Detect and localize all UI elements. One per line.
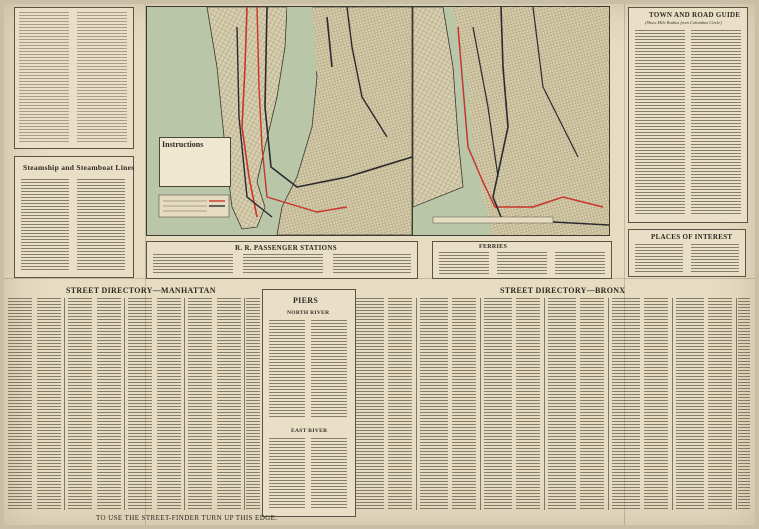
piers-heading: PIERS — [293, 296, 319, 305]
manhattan-map — [147, 7, 412, 235]
instructions-heading: Instructions — [162, 140, 204, 149]
map-sheet: Steamship and Steamboat Lines Instructio… — [4, 4, 755, 525]
rr-stations-box: R. R. PASSENGER STATIONS — [146, 241, 418, 279]
east-river-heading: EAST RIVER — [291, 428, 328, 434]
ferries-heading: FERRIES — [479, 244, 508, 250]
town-road-subheading: (Show Mile Radius from Columbus Circle) — [645, 20, 722, 25]
street-directory-manhattan — [8, 298, 260, 512]
map-panel-manhattan: Instructions — [146, 6, 413, 236]
ferries-box: FERRIES — [432, 241, 612, 279]
bottom-instruction: TO USE THE STREET-FINDER TURN UP THIS ED… — [96, 514, 278, 522]
piers-box: PIERS NORTH RIVER EAST RIVER — [262, 289, 356, 517]
street-directory-bronx — [356, 298, 750, 512]
index-box-top-left — [14, 7, 134, 149]
instructions-box: Instructions — [159, 137, 231, 187]
town-road-heading: TOWN AND ROAD GUIDE — [649, 11, 741, 19]
town-road-guide-box: TOWN AND ROAD GUIDE (Show Mile Radius fr… — [628, 7, 748, 223]
steamship-heading: Steamship and Steamboat Lines — [23, 163, 135, 172]
places-of-interest-box: PLACES OF INTEREST — [628, 229, 746, 277]
map-panel-brooklyn — [412, 6, 610, 236]
brooklyn-map — [413, 7, 609, 235]
steamship-lines-box: Steamship and Steamboat Lines — [14, 156, 134, 278]
rr-stations-heading: R. R. PASSENGER STATIONS — [235, 244, 337, 252]
north-river-heading: NORTH RIVER — [287, 310, 330, 316]
places-heading: PLACES OF INTEREST — [651, 233, 733, 241]
street-directory-bronx-heading: STREET DIRECTORY—BRONX — [500, 286, 626, 295]
street-directory-manhattan-heading: STREET DIRECTORY—MANHATTAN — [66, 286, 216, 295]
